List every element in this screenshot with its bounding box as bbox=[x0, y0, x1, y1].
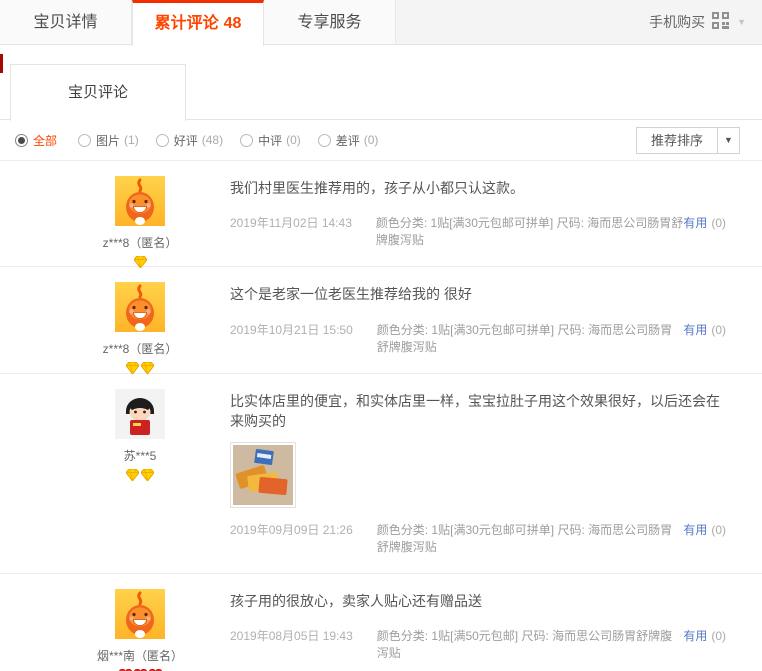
comments-subtab-row: 宝贝评论 bbox=[0, 64, 762, 120]
radio-icon[interactable] bbox=[78, 134, 91, 147]
mobile-buy-label: 手机购买 bbox=[649, 12, 705, 32]
useful-count: (0) bbox=[711, 629, 726, 643]
review-sku: 颜色分类: 1贴[满30元包邮可拼单] 尺码: 海而思公司肠胃舒牌腹泻贴 bbox=[376, 214, 683, 248]
useful-button[interactable]: 有用 (0) bbox=[683, 321, 726, 338]
reviewer-name: z***8（匿名） bbox=[70, 234, 210, 251]
filter-count: (0) bbox=[364, 133, 379, 147]
filter-label: 中评 bbox=[258, 132, 282, 149]
useful-count: (0) bbox=[711, 523, 726, 537]
member-level-icons bbox=[70, 469, 210, 481]
radio-icon[interactable] bbox=[318, 134, 331, 147]
review-row: 苏***5 比实体店里的便宜，和实体店里一样，宝宝拉肚子用这个效果很好，以后还会… bbox=[0, 374, 762, 575]
reviewer-panel: z***8（匿名） bbox=[70, 282, 210, 374]
filter-label: 全部 bbox=[33, 132, 57, 149]
tab-cumulative-reviews[interactable]: 累计评论 48 bbox=[132, 0, 264, 46]
filter-positive[interactable]: 好评 (48) bbox=[156, 132, 223, 149]
review-date: 2019年08月05日 19:43 bbox=[230, 627, 353, 644]
reviewer-panel: 烟***南（匿名） bbox=[70, 589, 210, 671]
reviewer-name: 烟***南（匿名） bbox=[70, 647, 210, 664]
tab-product-comments[interactable]: 宝贝评论 bbox=[10, 64, 186, 121]
avatar bbox=[115, 282, 165, 332]
useful-count: (0) bbox=[711, 216, 726, 230]
review-row: z***8（匿名） 这个是老家一位老医生推荐给我的 很好 2019年10月21日… bbox=[0, 267, 762, 373]
reviewer-panel: z***8（匿名） bbox=[70, 176, 210, 268]
sort-dropdown[interactable]: 推荐排序 ▼ bbox=[636, 127, 740, 154]
tab-product-detail[interactable]: 宝贝详情 bbox=[0, 0, 132, 44]
sort-button-label[interactable]: 推荐排序 bbox=[636, 127, 718, 154]
mobile-buy-button[interactable]: 手机购买 ▼ bbox=[649, 0, 762, 44]
tab-reviews-count: 48 bbox=[224, 15, 242, 32]
tab-exclusive-service[interactable]: 专享服务 bbox=[264, 0, 396, 44]
useful-label: 有用 bbox=[683, 323, 707, 337]
review-date: 2019年09月09日 21:26 bbox=[230, 521, 353, 538]
review-text: 这个是老家一位老医生推荐给我的 很好 bbox=[230, 284, 726, 304]
review-sku: 颜色分类: 1贴[满30元包邮可拼单] 尺码: 海而思公司肠胃舒牌腹泻贴 bbox=[377, 521, 684, 555]
avatar bbox=[115, 176, 165, 226]
review-row: 烟***南（匿名） 孩子用的很放心，卖家人贴心还有赠品送 2019年08月05日… bbox=[0, 574, 762, 671]
chevron-down-icon[interactable]: ▼ bbox=[737, 17, 746, 27]
filter-label: 图片 bbox=[96, 132, 120, 149]
review-meta: 2019年11月02日 14:43 颜色分类: 1贴[满30元包邮可拼单] 尺码… bbox=[230, 214, 726, 248]
sort-chevron-down-icon[interactable]: ▼ bbox=[718, 127, 740, 154]
review-meta: 2019年10月21日 15:50 颜色分类: 1贴[满30元包邮可拼单] 尺码… bbox=[230, 321, 726, 355]
review-meta: 2019年08月05日 19:43 颜色分类: 1贴[满50元包邮] 尺码: 海… bbox=[230, 627, 726, 661]
reviewer-panel: 苏***5 bbox=[70, 389, 210, 481]
useful-label: 有用 bbox=[683, 216, 707, 230]
reviewer-name: z***8（匿名） bbox=[70, 340, 210, 357]
avatar bbox=[115, 589, 165, 639]
review-meta: 2019年09月09日 21:26 颜色分类: 1贴[满30元包邮可拼单] 尺码… bbox=[230, 521, 726, 555]
filter-neutral[interactable]: 中评 (0) bbox=[240, 132, 301, 149]
review-date: 2019年11月02日 14:43 bbox=[230, 214, 352, 231]
filter-label: 好评 bbox=[174, 132, 198, 149]
useful-button[interactable]: 有用 (0) bbox=[683, 521, 726, 538]
review-date: 2019年10月21日 15:50 bbox=[230, 321, 353, 338]
review-text: 孩子用的很放心，卖家人贴心还有赠品送 bbox=[230, 591, 726, 611]
member-level-icons bbox=[70, 362, 210, 374]
review-text: 我们村里医生推荐用的，孩子从小都只认这款。 bbox=[230, 178, 726, 198]
filter-count: (1) bbox=[124, 133, 139, 147]
useful-label: 有用 bbox=[683, 523, 707, 537]
review-sku: 颜色分类: 1贴[满50元包邮] 尺码: 海而思公司肠胃舒牌腹泻贴 bbox=[377, 627, 684, 661]
review-sku: 颜色分类: 1贴[满30元包邮可拼单] 尺码: 海而思公司肠胃舒牌腹泻贴 bbox=[377, 321, 684, 355]
radio-icon[interactable] bbox=[15, 134, 28, 147]
radio-icon[interactable] bbox=[156, 134, 169, 147]
filter-count: (48) bbox=[202, 133, 223, 147]
filter-all[interactable]: 全部 bbox=[15, 132, 61, 149]
member-level-icons bbox=[70, 256, 210, 268]
review-photo-thumbnail[interactable] bbox=[230, 442, 296, 508]
useful-count: (0) bbox=[711, 323, 726, 337]
useful-button[interactable]: 有用 (0) bbox=[683, 214, 726, 231]
radio-icon[interactable] bbox=[240, 134, 253, 147]
review-page: 宝贝详情 累计评论 48 专享服务 手机购买 ▼ 宝贝评论 全部 bbox=[0, 0, 762, 671]
review-text: 比实体店里的便宜，和实体店里一样，宝宝拉肚子用这个效果很好，以后还会在来购买的 bbox=[230, 391, 726, 432]
avatar bbox=[115, 389, 165, 439]
product-tab-bar: 宝贝详情 累计评论 48 专享服务 手机购买 ▼ bbox=[0, 0, 762, 45]
filter-with-photos[interactable]: 图片 (1) bbox=[78, 132, 139, 149]
filter-count: (0) bbox=[286, 133, 301, 147]
review-filter-bar: 全部 图片 (1) 好评 (48) 中评 (0) 差评 (0) 推荐排序 ▼ bbox=[0, 120, 762, 161]
review-row: z***8（匿名） 我们村里医生推荐用的，孩子从小都只认这款。 2019年11月… bbox=[0, 161, 762, 267]
filter-negative[interactable]: 差评 (0) bbox=[318, 132, 379, 149]
qr-code-icon[interactable] bbox=[712, 12, 729, 32]
filter-label: 差评 bbox=[336, 132, 360, 149]
useful-button[interactable]: 有用 (0) bbox=[683, 627, 726, 644]
reviewer-name: 苏***5 bbox=[70, 447, 210, 464]
tab-reviews-label: 累计评论 bbox=[155, 15, 219, 32]
useful-label: 有用 bbox=[683, 629, 707, 643]
